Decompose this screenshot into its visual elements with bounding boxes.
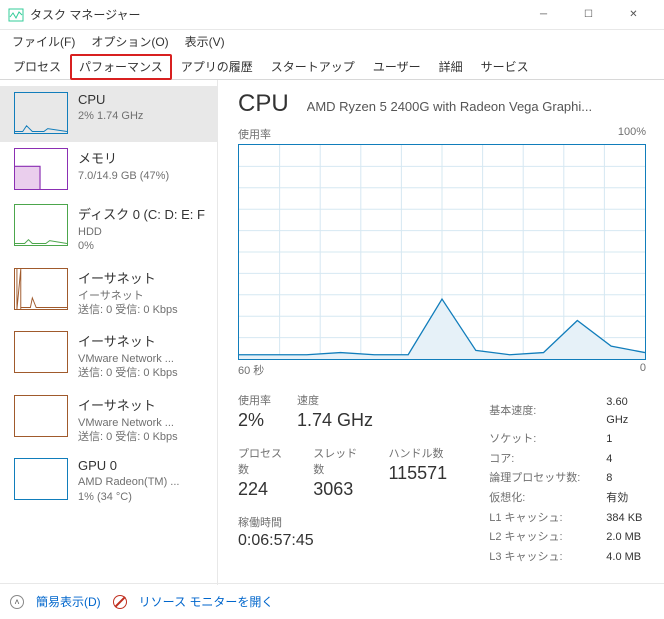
threads-value: 3063 (313, 479, 362, 500)
sidebar: CPU2% 1.74 GHzメモリ7.0/14.9 GB (47%)ディスク 0… (0, 80, 218, 585)
tab-services[interactable]: サービス (472, 54, 538, 80)
page-title: CPU (238, 90, 289, 118)
tab-users[interactable]: ユーザー (364, 54, 430, 80)
sidebar-item-1[interactable]: メモリ7.0/14.9 GB (47%) (0, 142, 217, 198)
tab-app-history[interactable]: アプリの履歴 (172, 54, 262, 80)
threads-label: スレッド数 (313, 445, 362, 477)
sidebar-item-2[interactable]: ディスク 0 (C: D: E: FHDD0% (0, 198, 217, 262)
chevron-up-icon[interactable]: ˄ (10, 595, 24, 609)
sidebar-item-3[interactable]: イーサネットイーサネット送信: 0 受信: 0 Kbps (0, 262, 217, 326)
usage-label: 使用率 (238, 392, 271, 408)
tab-processes[interactable]: プロセス (4, 54, 70, 80)
chart-top-left: 使用率 (238, 126, 271, 142)
resource-monitor-link[interactable]: リソース モニターを開く (139, 593, 274, 610)
chart-bottom-left: 60 秒 (238, 362, 264, 378)
processes-label: プロセス数 (238, 445, 287, 477)
taskmgr-icon (8, 7, 24, 23)
handles-value: 115571 (388, 463, 447, 484)
handles-label: ハンドル数 (388, 445, 447, 461)
tab-bar: プロセス パフォーマンス アプリの履歴 スタートアップ ユーザー 詳細 サービス (0, 52, 664, 80)
speed-label: 速度 (297, 392, 373, 408)
sidebar-item-5[interactable]: イーサネットVMware Network ...送信: 0 受信: 0 Kbps (0, 389, 217, 453)
close-button[interactable]: ✕ (611, 0, 656, 30)
uptime-label: 稼働時間 (238, 514, 447, 530)
usage-value: 2% (238, 410, 271, 431)
menu-file[interactable]: ファイル(F) (4, 31, 83, 52)
maximize-button[interactable]: ☐ (566, 0, 611, 30)
minimize-button[interactable]: ─ (521, 0, 566, 30)
window-title: タスク マネージャー (30, 6, 521, 23)
menu-view[interactable]: 表示(V) (177, 31, 233, 52)
chart-top-right: 100% (618, 126, 646, 142)
sidebar-item-4[interactable]: イーサネットVMware Network ...送信: 0 受信: 0 Kbps (0, 325, 217, 389)
tab-performance[interactable]: パフォーマンス (70, 54, 172, 80)
resmon-icon (113, 595, 127, 609)
processes-value: 224 (238, 479, 287, 500)
chart-bottom-right: 0 (640, 362, 646, 378)
cpu-chart (238, 144, 646, 360)
tab-startup[interactable]: スタートアップ (262, 54, 364, 80)
sidebar-item-6[interactable]: GPU 0AMD Radeon(TM) ...1% (34 °C) (0, 452, 217, 512)
speed-value: 1.74 GHz (297, 410, 373, 431)
fewer-details-link[interactable]: 簡易表示(D) (36, 593, 101, 610)
uptime-value: 0:06:57:45 (238, 532, 447, 550)
details-table: 基本速度:3.60 GHzソケット:1コア:4論理プロセッサ数:8仮想化:有効L… (487, 392, 646, 568)
sidebar-item-0[interactable]: CPU2% 1.74 GHz (0, 86, 217, 142)
menu-options[interactable]: オプション(O) (83, 31, 176, 52)
menu-bar: ファイル(F) オプション(O) 表示(V) (0, 30, 664, 52)
tab-details[interactable]: 詳細 (430, 54, 472, 80)
cpu-name: AMD Ryzen 5 2400G with Radeon Vega Graph… (307, 99, 646, 114)
